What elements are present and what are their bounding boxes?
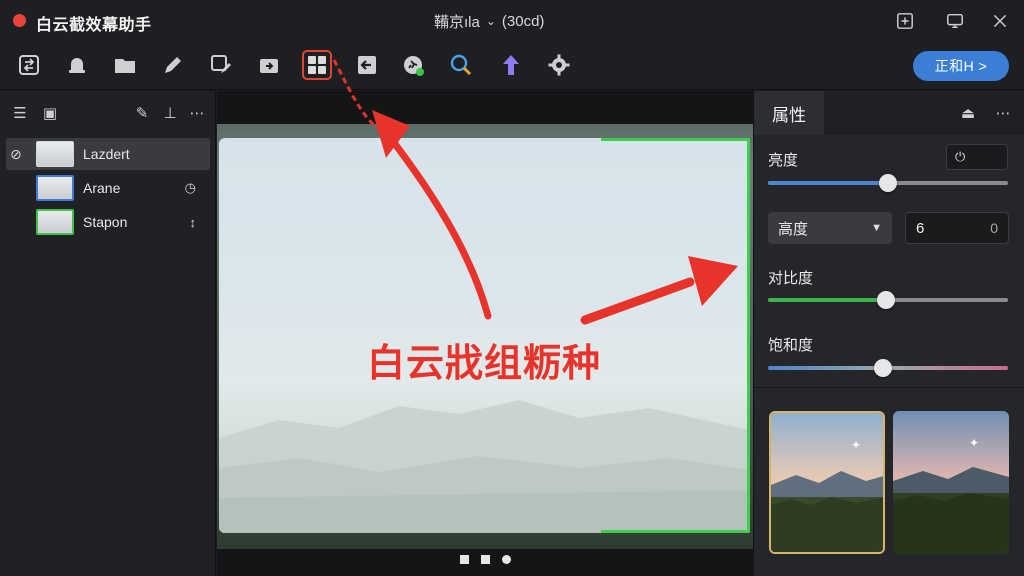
layer-name: Stapon — [83, 214, 128, 230]
layer-name: Lazdert — [83, 146, 130, 162]
mode-select[interactable]: 高度 ▼ — [768, 212, 892, 244]
document-title-dropdown[interactable]: 鞴京ıla ⌄ (30cd) — [434, 9, 544, 33]
brightness-slider-knob[interactable] — [879, 174, 897, 192]
saturation-slider-knob[interactable] — [874, 359, 892, 377]
more-icon[interactable]: ⋯ — [993, 103, 1013, 123]
grid-icon[interactable] — [302, 50, 332, 80]
gear-icon[interactable] — [544, 50, 574, 80]
export-icon[interactable] — [254, 50, 284, 80]
pager — [217, 555, 753, 564]
document-meta: (30cd) — [501, 12, 545, 30]
list-icon[interactable]: ☰ — [10, 103, 30, 123]
toolbar: 正和H > — [0, 42, 1024, 90]
app-status-dot — [13, 14, 26, 27]
page-dot[interactable] — [501, 555, 511, 564]
page-dot[interactable] — [480, 555, 490, 564]
layer-thumbnail — [36, 209, 74, 235]
back-arrow-icon[interactable] — [352, 50, 382, 80]
swap-icon[interactable] — [14, 50, 44, 80]
saturation-label: 饱和度 — [768, 337, 814, 354]
upload-arrow-icon[interactable] — [496, 50, 526, 80]
selection-frame-top — [601, 138, 748, 141]
preset-thumbnail[interactable]: ✦ — [769, 411, 885, 554]
page-dot[interactable] — [459, 555, 469, 564]
selection-frame-bottom — [601, 530, 748, 533]
brightness-toggle[interactable]: ⏻ — [946, 144, 1008, 170]
runner-icon[interactable] — [398, 50, 428, 80]
more-icon[interactable]: ⋯ — [187, 103, 207, 123]
magnify-icon[interactable] — [446, 50, 476, 80]
panel-divider — [754, 387, 1024, 388]
screen-icon[interactable] — [943, 9, 967, 33]
clock-icon[interactable]: ◷ — [185, 180, 196, 196]
layer-thumbnail — [36, 141, 74, 167]
properties-panel: 属性 ⏏ ⋯ 亮度 ⏻ 高度 ▼ 6 0 对比度 饱和度 ✦ ✦ — [753, 91, 1024, 576]
folder-icon[interactable] — [110, 50, 140, 80]
chevron-down-icon: ⌄ — [485, 14, 496, 28]
title-bar: 白云截效幕助手 鞴京ıla ⌄ (30cd) — [0, 0, 1024, 42]
contrast-slider-knob[interactable] — [877, 291, 895, 309]
dropdown-arrow-icon: ▼ — [871, 222, 882, 234]
resize-vertical-icon[interactable]: ↕ — [190, 215, 197, 230]
preset-thumbnail[interactable]: ✦ — [893, 411, 1009, 554]
layer-item[interactable]: Stapon ↕ — [6, 206, 210, 238]
layers-panel-header: ☰ ▣ ✎ ⊥ ⋯ — [0, 91, 216, 135]
contrast-label: 对比度 — [768, 270, 814, 287]
tab-properties[interactable]: 属性 — [754, 91, 824, 135]
pen-icon[interactable] — [158, 50, 188, 80]
mode-select-value: 高度 — [778, 220, 809, 238]
primary-action-button[interactable]: 正和H > — [913, 51, 1009, 81]
brightness-slider[interactable] — [768, 174, 1008, 192]
layers-panel: ☰ ▣ ✎ ⊥ ⋯ ⊘ Lazdert Arane ◷ Stapon ↕ — [0, 91, 216, 576]
svg-text:✦: ✦ — [969, 436, 979, 450]
lasso-icon: ⊘ — [10, 145, 22, 162]
layer-name: Arane — [83, 180, 121, 196]
bell-icon[interactable] — [62, 50, 92, 80]
selection-frame-right[interactable] — [747, 138, 750, 533]
contrast-slider[interactable] — [768, 291, 1008, 309]
brightness-slider-fill — [768, 181, 888, 185]
svg-text:✦: ✦ — [851, 438, 861, 452]
anchor-icon[interactable]: ⊥ — [160, 103, 180, 123]
brightness-label: 亮度 — [768, 152, 799, 169]
close-icon[interactable] — [988, 9, 1012, 33]
saturation-slider[interactable] — [768, 359, 1008, 377]
pin-icon[interactable] — [893, 9, 917, 33]
value-input-text: 6 — [916, 219, 925, 237]
image-icon[interactable]: ▣ — [40, 103, 60, 123]
contrast-slider-fill — [768, 298, 886, 302]
layer-item[interactable]: ⊘ Lazdert — [6, 138, 210, 170]
document-title: 鞴京ıla — [434, 13, 480, 31]
value-input[interactable]: 6 0 — [905, 212, 1009, 244]
value-input-end: 0 — [990, 220, 998, 236]
layer-thumbnail — [36, 175, 74, 201]
app-title: 白云截效幕助手 — [36, 17, 152, 34]
layer-item[interactable]: Arane ◷ — [6, 172, 210, 204]
selection-pen-icon[interactable] — [206, 50, 236, 80]
eraser-icon[interactable]: ⏏ — [958, 103, 978, 123]
annotation-label: 白云戕组粝种 — [367, 343, 602, 385]
edit-icon[interactable]: ✎ — [132, 103, 152, 123]
